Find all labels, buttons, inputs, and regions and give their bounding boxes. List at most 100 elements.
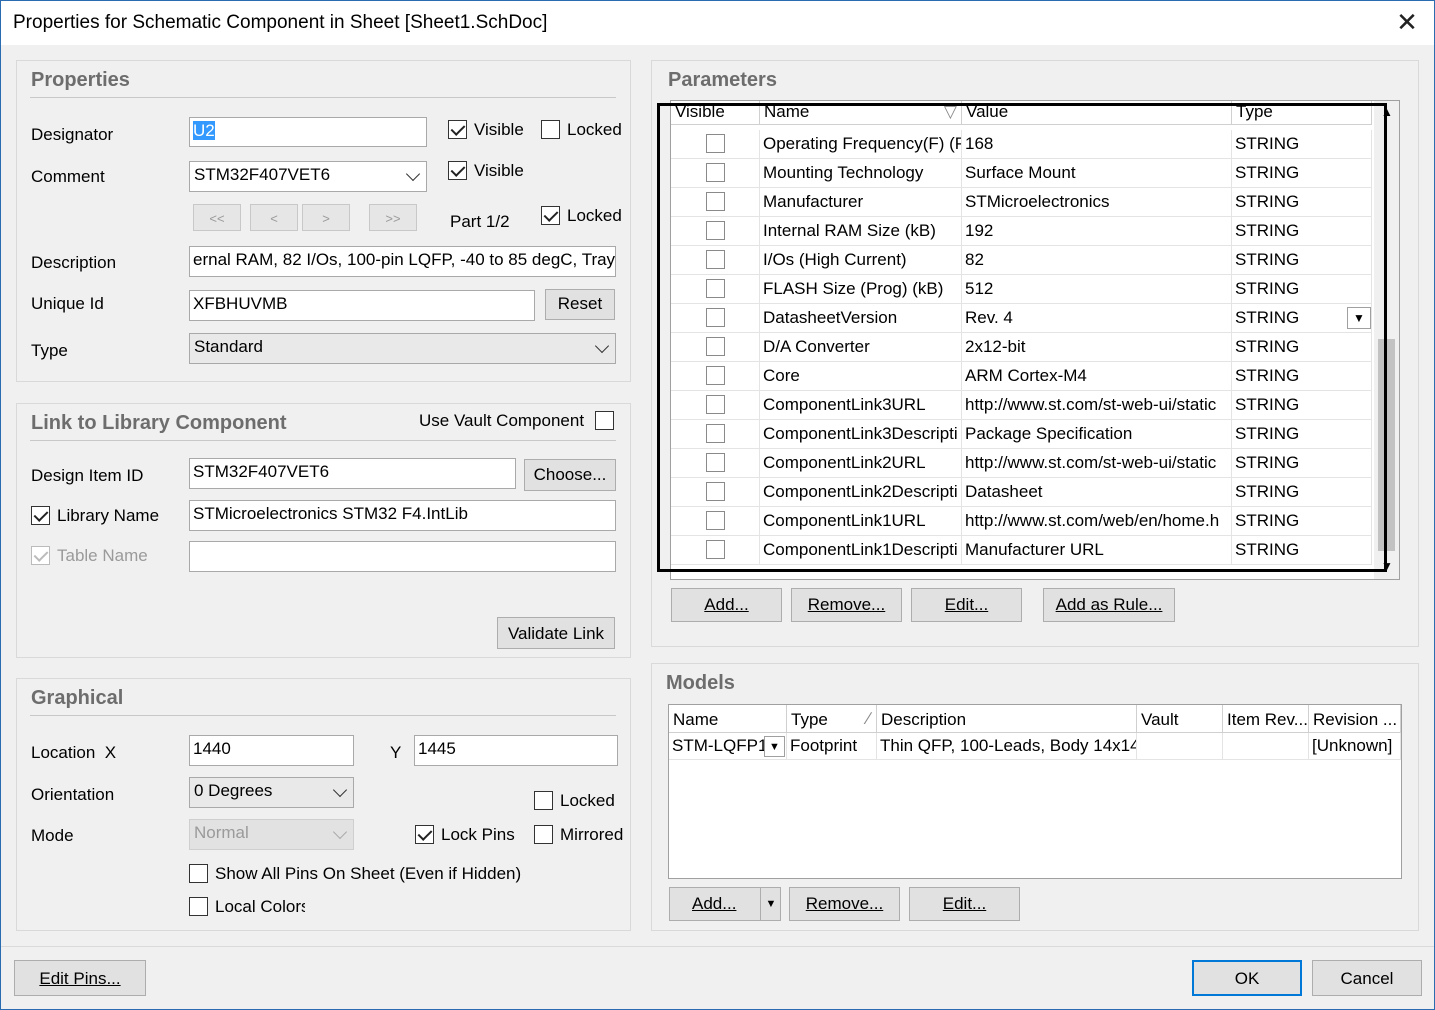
first-part-button[interactable]: << xyxy=(193,204,241,231)
param-value-cell[interactable]: 82 xyxy=(962,246,1232,275)
param-name-cell[interactable]: ComponentLink2Descripti xyxy=(760,478,962,507)
model-edit-button[interactable]: Edit... xyxy=(909,887,1020,921)
column-header-name[interactable]: Name ▽ xyxy=(760,101,962,125)
designator-visible-checkbox[interactable] xyxy=(448,120,467,139)
dropdown-arrow-icon[interactable]: ▼ xyxy=(760,888,781,920)
param-value-cell[interactable]: Rev. 4 xyxy=(962,304,1232,333)
type-dropdown-button[interactable]: ▼ xyxy=(1347,307,1371,329)
param-type-cell[interactable]: STRING xyxy=(1232,449,1372,478)
param-type-cell[interactable]: STRING xyxy=(1232,246,1372,275)
model-type-cell[interactable]: Footprint xyxy=(787,733,877,760)
param-visible-checkbox[interactable] xyxy=(706,482,725,501)
param-name-cell[interactable]: ComponentLink1Descripti xyxy=(760,536,962,565)
ok-button[interactable]: OK xyxy=(1192,960,1302,996)
param-visible-checkbox[interactable] xyxy=(706,192,725,211)
graphical-locked-checkbox[interactable] xyxy=(534,791,553,810)
models-header-description[interactable]: Description xyxy=(877,705,1137,733)
local-colors-checkbox[interactable] xyxy=(189,897,208,916)
param-value-cell[interactable]: Manufacturer URL xyxy=(962,536,1232,565)
param-type-cell[interactable]: STRING xyxy=(1232,478,1372,507)
add-as-rule-button[interactable]: Add as Rule... xyxy=(1043,588,1175,622)
param-visible-checkbox[interactable] xyxy=(706,453,725,472)
param-name-cell[interactable]: Manufacturer xyxy=(760,188,962,217)
scroll-down-icon[interactable]: ▼ xyxy=(1381,559,1393,573)
part-locked-checkbox[interactable] xyxy=(541,206,560,225)
close-icon[interactable]: ✕ xyxy=(1394,9,1420,35)
param-visible-checkbox[interactable] xyxy=(706,366,725,385)
param-visible-checkbox[interactable] xyxy=(706,163,725,182)
mirrored-checkbox[interactable] xyxy=(534,825,553,844)
param-visible-checkbox[interactable] xyxy=(706,134,725,153)
library-name-input[interactable]: STMicroelectronics STM32 F4.IntLib xyxy=(189,500,616,531)
designator-locked-checkbox[interactable] xyxy=(541,120,560,139)
param-type-cell[interactable]: STRING xyxy=(1232,217,1372,246)
models-grid[interactable]: Name Type ∕ Description Vault Item Rev..… xyxy=(668,704,1402,879)
param-remove-button[interactable]: Remove... xyxy=(791,588,902,622)
description-input[interactable]: ernal RAM, 82 I/Os, 100-pin LQFP, -40 to… xyxy=(189,246,616,277)
param-name-cell[interactable]: Operating Frequency(F) (P xyxy=(760,130,962,159)
show-all-pins-checkbox[interactable] xyxy=(189,864,208,883)
param-name-cell[interactable]: DatasheetVersion xyxy=(760,304,962,333)
validate-link-button[interactable]: Validate Link xyxy=(497,617,615,649)
param-name-cell[interactable]: I/Os (High Current) xyxy=(760,246,962,275)
param-value-cell[interactable]: 192 xyxy=(962,217,1232,246)
lock-pins-checkbox[interactable] xyxy=(415,825,434,844)
param-type-cell[interactable]: STRING xyxy=(1232,159,1372,188)
reset-button[interactable]: Reset xyxy=(545,289,615,320)
param-name-cell[interactable]: ComponentLink3Descripti xyxy=(760,420,962,449)
parameters-scrollbar[interactable]: ▲ ▼ xyxy=(1374,101,1399,579)
use-vault-checkbox[interactable] xyxy=(595,411,614,430)
library-name-checkbox[interactable] xyxy=(31,506,50,525)
param-value-cell[interactable]: http://www.st.com/st-web-ui/static xyxy=(962,391,1232,420)
scroll-thumb[interactable] xyxy=(1378,339,1395,551)
param-value-cell[interactable]: Surface Mount xyxy=(962,159,1232,188)
param-value-cell[interactable]: http://www.st.com/web/en/home.h xyxy=(962,507,1232,536)
param-type-cell[interactable]: STRING xyxy=(1232,188,1372,217)
models-header-item-rev[interactable]: Item Rev... xyxy=(1223,705,1309,733)
param-type-cell[interactable]: STRING xyxy=(1232,362,1372,391)
model-add-button[interactable]: Add... ▼ xyxy=(669,887,781,921)
edit-pins-button[interactable]: Edit Pins... xyxy=(14,960,146,996)
param-visible-checkbox[interactable] xyxy=(706,337,725,356)
param-edit-button[interactable]: Edit... xyxy=(911,588,1022,622)
model-item-rev-cell[interactable] xyxy=(1223,733,1309,760)
param-add-button[interactable]: Add... xyxy=(671,588,782,622)
cancel-button[interactable]: Cancel xyxy=(1312,960,1422,996)
param-name-cell[interactable]: ComponentLink3URL xyxy=(760,391,962,420)
location-y-input[interactable]: 1445 xyxy=(414,735,618,766)
model-name-dropdown-icon[interactable]: ▼ xyxy=(764,736,785,757)
model-remove-button[interactable]: Remove... xyxy=(789,887,900,921)
unique-id-input[interactable]: XFBHUVMB xyxy=(189,290,535,321)
model-revision-cell[interactable]: [Unknown] xyxy=(1309,733,1401,760)
column-header-visible[interactable]: Visible xyxy=(671,101,760,125)
param-name-cell[interactable]: ComponentLink2URL xyxy=(760,449,962,478)
table-name-input[interactable] xyxy=(189,541,616,572)
param-value-cell[interactable]: ARM Cortex-M4 xyxy=(962,362,1232,391)
designator-input[interactable]: U2 xyxy=(189,117,427,147)
param-visible-checkbox[interactable] xyxy=(706,308,725,327)
param-name-cell[interactable]: ComponentLink1URL xyxy=(760,507,962,536)
models-header-vault[interactable]: Vault xyxy=(1137,705,1223,733)
param-value-cell[interactable]: Datasheet xyxy=(962,478,1232,507)
type-combo[interactable]: Standard xyxy=(189,333,616,364)
column-header-type[interactable]: Type xyxy=(1232,101,1372,125)
param-type-cell[interactable]: STRING xyxy=(1232,536,1372,565)
param-name-cell[interactable]: Mounting Technology xyxy=(760,159,962,188)
param-value-cell[interactable]: 168 xyxy=(962,130,1232,159)
orientation-combo[interactable]: 0 Degrees xyxy=(189,777,354,808)
prev-part-button[interactable]: < xyxy=(250,204,298,231)
comment-visible-checkbox[interactable] xyxy=(448,161,467,180)
param-type-cell[interactable]: STRING xyxy=(1232,420,1372,449)
param-value-cell[interactable]: Package Specification xyxy=(962,420,1232,449)
param-visible-checkbox[interactable] xyxy=(706,395,725,414)
param-type-cell[interactable]: STRING xyxy=(1232,275,1372,304)
param-visible-checkbox[interactable] xyxy=(706,511,725,530)
models-header-revision[interactable]: Revision ... xyxy=(1309,705,1401,733)
design-item-input[interactable]: STM32F407VET6 xyxy=(189,458,516,489)
comment-combo[interactable]: STM32F407VET6 xyxy=(189,161,427,192)
param-value-cell[interactable]: 512 xyxy=(962,275,1232,304)
param-name-cell[interactable]: Core xyxy=(760,362,962,391)
column-header-value[interactable]: Value xyxy=(962,101,1232,125)
location-x-input[interactable]: 1440 xyxy=(189,735,354,766)
param-visible-checkbox[interactable] xyxy=(706,221,725,240)
